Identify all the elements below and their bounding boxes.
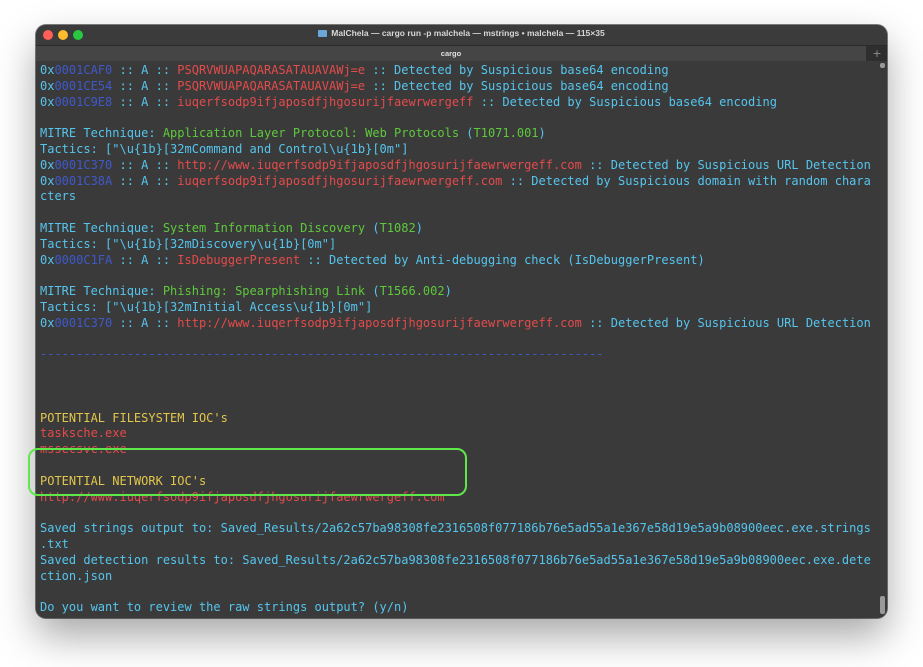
terminal-text: :: A ::	[112, 94, 178, 109]
terminal-text: MITRE Technique:	[40, 284, 163, 299]
terminal-line: ction.json	[40, 569, 112, 584]
new-tab-button[interactable]: +	[867, 46, 887, 61]
terminal-text: :: A ::	[112, 78, 178, 93]
terminal-text: 0001C9E8	[54, 94, 113, 109]
terminal-text: 0001C370	[54, 157, 113, 172]
terminal-text: ----------------------------------------…	[40, 347, 604, 362]
terminal-line: cters	[40, 189, 76, 204]
terminal-text: cters	[40, 189, 77, 204]
terminal-text: :: Detected by Suspicious domain with ra…	[502, 173, 871, 188]
terminal-line: 0x0001C370 :: A :: http://www.iuqerfsodp…	[40, 158, 871, 173]
scrollbar-top-cap	[880, 63, 885, 68]
terminal-line: MITRE Technique: Application Layer Proto…	[40, 126, 546, 141]
terminal-text: 0001C38A	[54, 173, 113, 188]
terminal-text: :: A ::	[112, 315, 178, 330]
terminal-text: .txt	[40, 537, 69, 551]
terminal-text: (	[365, 284, 380, 299]
terminal-text: Application Layer Protocol: Web Protocol…	[162, 126, 460, 141]
terminal-text: MITRE Technique:	[40, 221, 163, 235]
terminal-text: PSQRVWUAPAQARASATAUAVAWj=e	[177, 63, 366, 77]
terminal-text: :: Detected by Anti-debugging check (IsD…	[300, 252, 705, 267]
terminal-text: :: A ::	[112, 252, 178, 267]
terminal-text: 0x	[40, 157, 55, 172]
terminal-text: 0x	[40, 78, 55, 93]
title-bar[interactable]: MalChela — cargo run -p malchela — mstri…	[36, 25, 887, 46]
terminal-text: T1082	[379, 221, 416, 235]
terminal-line: 0x0001C9E8 :: A :: iuqerfsodp9ifjaposdfj…	[40, 95, 777, 110]
terminal-text: IsDebuggerPresent	[177, 252, 301, 267]
terminal-text: iuqerfsodp9ifjaposdfjhgosurijfaewrwergef…	[177, 94, 474, 109]
network-ioc-highlight	[28, 448, 467, 496]
terminal-line: 0x0001C370 :: A :: http://www.iuqerfsodp…	[40, 316, 871, 331]
terminal-text: :: Detected by Suspicious base64 encodin…	[473, 94, 777, 109]
terminal-text: iuqerfsodp9ifjaposdfjhgosurijfaewrwergef…	[177, 173, 503, 188]
terminal-text: tasksche.exe	[40, 426, 127, 441]
terminal-text: ction.json	[40, 568, 113, 583]
terminal-text: )	[415, 221, 423, 235]
terminal-text: T1566.002	[379, 284, 445, 299]
window-title: MalChela — cargo run -p malchela — mstri…	[331, 28, 605, 38]
terminal-text: :: A ::	[112, 157, 178, 172]
terminal-line: .txt	[40, 537, 69, 552]
terminal-line: POTENTIAL FILESYSTEM IOC's	[40, 411, 228, 426]
terminal-text: (	[365, 221, 380, 235]
terminal-line: 0x0001CE54 :: A :: PSQRVWUAPAQARASATAUAV…	[40, 79, 669, 94]
terminal-text: 0x	[40, 173, 55, 188]
terminal-line: Tactics: ["\u{1b}[32mDiscovery\u{1b}[0m"…	[40, 237, 336, 252]
terminal-text: 0000C1FA	[54, 252, 113, 267]
terminal-text: Phishing: Spearphishing Link	[162, 284, 366, 299]
terminal-line: Tactics: ["\u{1b}[32mCommand and Control…	[40, 142, 408, 157]
terminal-window: MalChela — cargo run -p malchela — mstri…	[36, 25, 887, 618]
terminal-line: 0x0000C1FA :: A :: IsDebuggerPresent :: …	[40, 253, 705, 268]
terminal-text: 0001CAF0	[54, 63, 113, 77]
terminal-text: MITRE Technique:	[40, 126, 163, 141]
scrollbar-thumb[interactable]	[880, 596, 885, 614]
terminal-line: MITRE Technique: Phishing: Spearphishing…	[40, 284, 452, 299]
terminal-text: Tactics: ["\u{1b}[32mInitial Access\u{1b…	[40, 300, 373, 314]
terminal-line: Tactics: ["\u{1b}[32mInitial Access\u{1b…	[40, 300, 372, 315]
terminal-line: Saved strings output to: Saved_Results/2…	[40, 521, 871, 536]
terminal-text: 0001CE54	[54, 78, 113, 93]
terminal-text: Do you want to review the raw strings ou…	[40, 600, 409, 615]
terminal-text: Saved detection results to: Saved_Result…	[40, 552, 871, 567]
terminal-text: T1071.001	[473, 126, 539, 141]
terminal-text: 0x	[40, 252, 55, 267]
terminal-text: Tactics: ["\u{1b}[32mDiscovery\u{1b}[0m"…	[40, 236, 337, 251]
terminal-text: PSQRVWUAPAQARASATAUAVAWj=e	[177, 78, 366, 93]
terminal-text: 0x	[40, 94, 55, 109]
terminal-line: 0x0001C38A :: A :: iuqerfsodp9ifjaposdfj…	[40, 174, 871, 189]
terminal-output[interactable]: 0x0001CAF0 :: A :: PSQRVWUAPAQARASATAUAV…	[36, 61, 887, 618]
tab-cargo[interactable]: cargo	[36, 46, 866, 61]
terminal-text: http://www.iuqerfsodp9ifjaposdfjhgosurij…	[177, 315, 582, 330]
terminal-text: Tactics: ["\u{1b}[32mCommand and Control…	[40, 142, 409, 156]
terminal-text: :: A ::	[112, 173, 178, 188]
terminal-text: )	[444, 284, 452, 299]
terminal-text: http://www.iuqerfsodp9ifjaposdfjhgosurij…	[177, 157, 582, 172]
terminal-line: ----------------------------------------…	[40, 347, 604, 362]
folder-icon	[318, 30, 328, 37]
terminal-text: 0x	[40, 315, 55, 330]
window-title-wrap: MalChela — cargo run -p malchela — mstri…	[36, 28, 887, 38]
terminal-text: Saved strings output to: Saved_Results/2…	[40, 521, 871, 536]
terminal-text: :: Detected by Suspicious URL Detection	[581, 315, 871, 330]
terminal-text: 0001C370	[54, 315, 113, 330]
terminal-text: )	[538, 126, 546, 141]
terminal-text: System Information Discovery	[162, 221, 366, 235]
scrollbar[interactable]	[880, 63, 885, 614]
terminal-line: 0x0001CAF0 :: A :: PSQRVWUAPAQARASATAUAV…	[40, 63, 669, 78]
terminal-text: POTENTIAL FILESYSTEM IOC's	[40, 410, 228, 425]
terminal-line: Saved detection results to: Saved_Result…	[40, 553, 871, 568]
terminal-line: tasksche.exe	[40, 426, 127, 441]
terminal-text: :: Detected by Suspicious base64 encodin…	[365, 63, 669, 77]
terminal-text: :: Detected by Suspicious URL Detection	[581, 157, 871, 172]
terminal-line: Do you want to review the raw strings ou…	[40, 600, 408, 615]
terminal-text: 0x	[40, 63, 55, 77]
terminal-text: :: A ::	[112, 63, 178, 77]
terminal-text: (	[459, 126, 474, 141]
tab-bar: cargo +	[36, 46, 887, 61]
terminal-line: MITRE Technique: System Information Disc…	[40, 221, 423, 236]
terminal-text: :: Detected by Suspicious base64 encodin…	[365, 78, 669, 93]
